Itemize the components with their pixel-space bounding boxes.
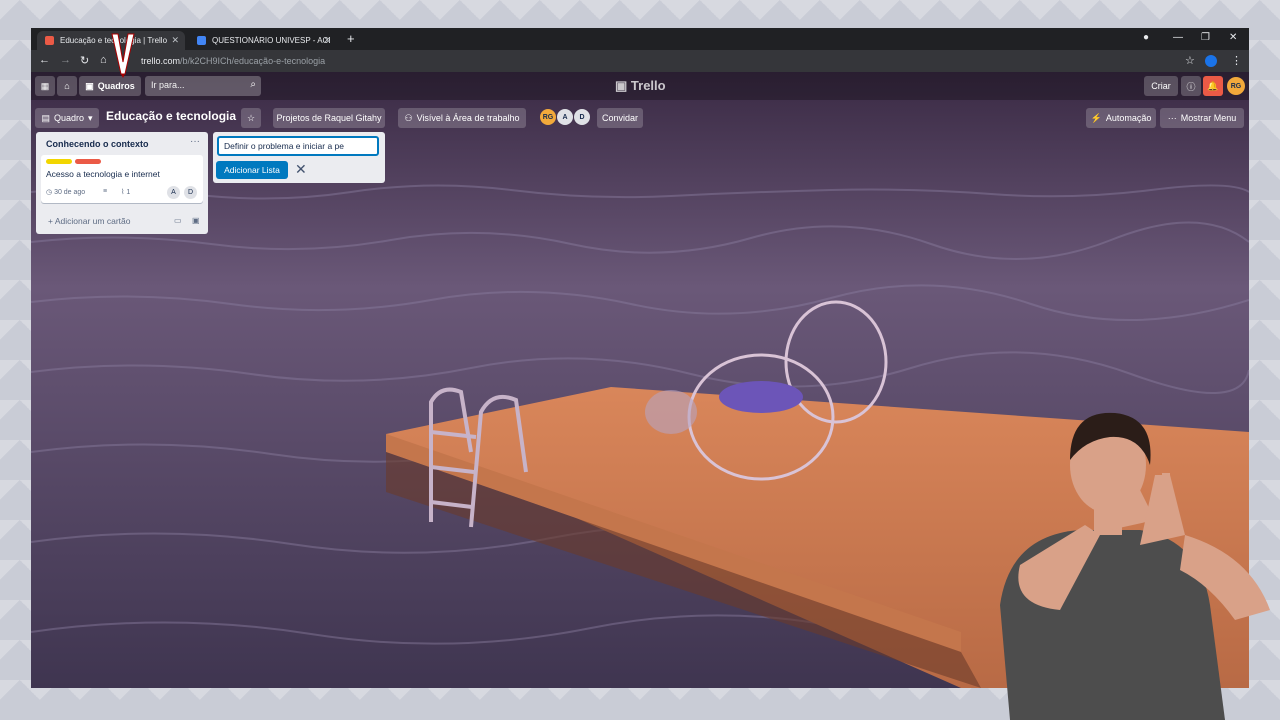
paperclip-icon: ⌇: [121, 189, 125, 196]
sign-language-interpreter: [1000, 412, 1270, 720]
close-tab-icon[interactable]: ✕: [171, 35, 179, 46]
board-icon: ▣: [85, 80, 94, 91]
board-title[interactable]: Educação e tecnologia: [106, 109, 236, 123]
lightning-icon: ⚡: [1090, 112, 1102, 123]
new-tab-button[interactable]: +: [347, 31, 355, 46]
close-icon[interactable]: ✕: [295, 161, 307, 178]
add-card-button[interactable]: + Adicionar um cartão: [48, 216, 130, 226]
info-icon[interactable]: ⓘ: [1181, 76, 1201, 96]
card[interactable]: Acesso a tecnologia e internet ◷ 30 de a…: [41, 155, 203, 203]
member-avatar-d[interactable]: D: [574, 109, 590, 125]
url-path: /b/k2CH9ICh/educação-e-tecnologia: [180, 56, 326, 66]
list-title[interactable]: Conhecendo o contexto: [46, 139, 149, 149]
reload-icon[interactable]: ↻: [80, 54, 89, 67]
univesp-v-logo: [111, 33, 135, 78]
back-icon[interactable]: ←: [39, 54, 50, 66]
tab-questionario[interactable]: QUESTIONÁRIO UNIVESP - ACES ✕: [189, 31, 337, 50]
home-icon[interactable]: ⌂: [100, 54, 107, 66]
card-title: Acesso a tecnologia e internet: [46, 169, 160, 179]
card-label-red[interactable]: [75, 159, 101, 164]
description-icon: ≡: [103, 188, 108, 195]
boards-button[interactable]: ▣ Quadros: [79, 76, 141, 96]
board-view-icon: ▤: [41, 112, 50, 123]
board-view-label: Quadro: [53, 113, 84, 123]
automation-button[interactable]: ⚡ Automação: [1086, 108, 1156, 128]
due-date-text: 30 de ago: [54, 189, 86, 196]
card-template-icon[interactable]: ▣: [192, 216, 200, 225]
user-avatar[interactable]: RG: [1227, 77, 1245, 95]
home-button[interactable]: ⌂: [57, 76, 77, 96]
attachment-count: 1: [126, 189, 131, 196]
address-bar: ← → ↻ ⌂ trello.com/b/k2CH9ICh/educação-e…: [31, 50, 1249, 72]
url-field[interactable]: trello.com/b/k2CH9ICh/educação-e-tecnolo…: [141, 56, 325, 66]
search-icon[interactable]: ⌕: [250, 79, 256, 90]
visibility-label: Visível à Área de trabalho: [416, 113, 520, 123]
list-title-input[interactable]: [217, 136, 379, 156]
minimize-button[interactable]: —: [1173, 32, 1183, 43]
tab-strip: Educação e tecnologia | Trello ✕ QUESTIO…: [31, 28, 1249, 50]
search-box[interactable]: ⌕: [145, 76, 261, 96]
create-button[interactable]: Criar: [1144, 76, 1178, 96]
add-list-button[interactable]: Adicionar Lista: [216, 161, 288, 179]
trello-logo-text: Trello: [630, 78, 666, 93]
automation-label: Automação: [1105, 113, 1152, 123]
boards-label: Quadros: [97, 81, 135, 91]
close-window-button[interactable]: ✕: [1229, 32, 1237, 43]
member-avatar-rg[interactable]: RG: [540, 109, 556, 125]
show-menu-label: Mostrar Menu: [1180, 113, 1237, 123]
workspace-button[interactable]: Projetos de Raquel Gitahy: [273, 108, 385, 128]
star-board-icon[interactable]: ☆: [241, 108, 261, 128]
trello-logo-icon: ▣: [615, 78, 628, 93]
list-menu-icon[interactable]: ···: [190, 136, 200, 147]
close-tab-icon[interactable]: ✕: [323, 35, 331, 46]
visibility-button[interactable]: ⚇ Visível à Área de trabalho: [398, 108, 526, 128]
more-icon: ···: [1167, 113, 1177, 123]
chevron-down-icon: ▾: [88, 112, 93, 123]
search-input[interactable]: [149, 79, 243, 91]
template-card-icon[interactable]: ▭: [174, 216, 182, 225]
board-view-switcher[interactable]: ▤ Quadro ▾: [35, 108, 99, 128]
list-column: Conhecendo o contexto ··· Acesso a tecno…: [36, 132, 208, 234]
invite-button[interactable]: Convidar: [597, 108, 643, 128]
profile-icon[interactable]: [1205, 55, 1217, 67]
notifications-bell-icon[interactable]: 🔔: [1203, 76, 1223, 96]
clock-icon: ◷: [46, 189, 53, 196]
record-icon[interactable]: ●: [1143, 32, 1149, 43]
show-menu-button[interactable]: ··· Mostrar Menu: [1160, 108, 1244, 128]
tab-title: QUESTIONÁRIO UNIVESP - ACES: [212, 36, 330, 45]
workspace-visibility-icon: ⚇: [404, 112, 413, 123]
url-domain: trello.com: [141, 56, 181, 66]
trello-favicon-icon: [45, 36, 54, 45]
due-date-badge: ◷ 30 de ago: [46, 188, 85, 196]
restore-button[interactable]: ❐: [1201, 32, 1210, 43]
board-header: ▤ Quadro ▾ Educação e tecnologia ☆ Proje…: [31, 102, 1249, 134]
docs-favicon-icon: [197, 36, 206, 45]
trello-top-nav: ▦ ⌂ ▣ Quadros ⌕ ▣ Trello Criar ⓘ 🔔 RG: [31, 72, 1249, 100]
forward-icon[interactable]: →: [60, 54, 71, 66]
bookmark-star-icon[interactable]: ☆: [1185, 54, 1195, 67]
plus-icon: +: [48, 216, 53, 226]
member-avatar-a[interactable]: A: [557, 109, 573, 125]
card-member-a[interactable]: A: [167, 186, 180, 199]
attachment-badge: ⌇ 1: [121, 188, 130, 196]
add-list-composer: Adicionar Lista ✕: [213, 132, 385, 183]
chrome-menu-icon[interactable]: ⋮: [1231, 54, 1242, 67]
add-card-label: Adicionar um cartão: [54, 216, 131, 226]
card-member-d[interactable]: D: [184, 186, 197, 199]
apps-switcher-icon[interactable]: ▦: [35, 76, 55, 96]
card-label-yellow[interactable]: [46, 159, 72, 164]
trello-logo[interactable]: ▣ Trello: [615, 78, 666, 94]
